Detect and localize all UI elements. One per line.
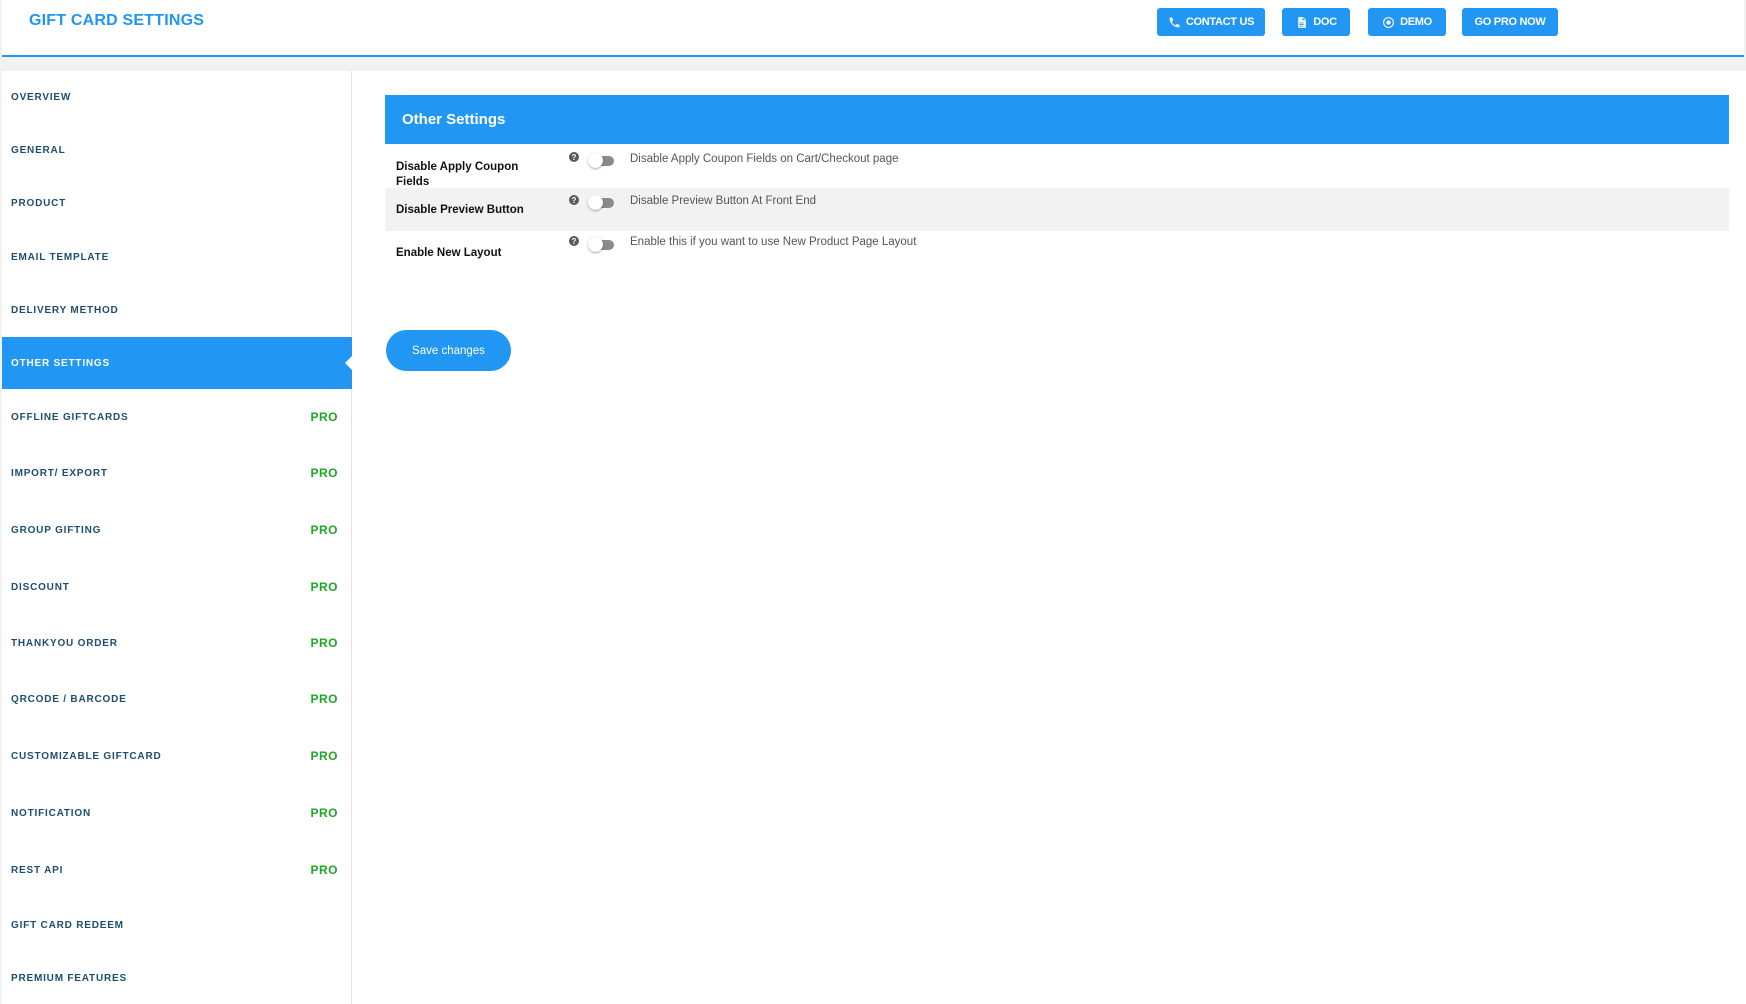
setting-description: Disable Preview Button At Front End bbox=[630, 195, 817, 207]
toggle-knob bbox=[588, 237, 603, 252]
sidebar-item-other-settings[interactable]: OTHER SETTINGS bbox=[2, 337, 352, 389]
settings-panel: Other Settings Disable Apply Coupon Fiel… bbox=[352, 71, 1746, 1004]
sidebar-item-product[interactable]: PRODUCT bbox=[2, 177, 352, 229]
sidebar-item-label: OFFLINE GIFTCARDS bbox=[11, 411, 129, 423]
sidebar-item-label: DISCOUNT bbox=[11, 581, 70, 593]
sidebar-item-label: GIFT CARD REDEEM bbox=[11, 919, 124, 931]
sidebar-item-qrcode-barcode[interactable]: QRCODE / BARCODE PRO bbox=[2, 673, 352, 725]
sidebar-item-label: EMAIL TEMPLATE bbox=[11, 251, 110, 263]
sidebar-item-label: OVERVIEW bbox=[11, 91, 72, 103]
sidebar-item-label: QRCODE / BARCODE bbox=[11, 693, 127, 705]
sidebar-item-email-template[interactable]: EMAIL TEMPLATE bbox=[2, 231, 352, 283]
contact-us-button[interactable]: CONTACT US bbox=[1157, 8, 1265, 36]
phone-icon bbox=[1169, 17, 1180, 27]
help-icon[interactable]: ? bbox=[569, 236, 579, 246]
sidebar-item-label: IMPORT/ EXPORT bbox=[11, 467, 108, 479]
new-layout-toggle[interactable] bbox=[588, 237, 616, 252]
setting-label: Disable Apply Coupon Fields bbox=[396, 161, 519, 188]
go-pro-now-label: GO PRO NOW bbox=[1474, 16, 1546, 28]
document-icon bbox=[1298, 16, 1307, 28]
toggle-knob bbox=[588, 195, 603, 210]
pro-badge: PRO bbox=[310, 410, 338, 424]
disable-preview-toggle[interactable] bbox=[588, 195, 616, 210]
sidebar-item-label: CUSTOMIZABLE GIFTCARD bbox=[11, 750, 162, 762]
setting-row-disable-preview: Disable Preview Button ? Disable Preview… bbox=[385, 188, 1729, 231]
sidebar-item-label: THANKYOU ORDER bbox=[11, 637, 118, 649]
save-changes-button[interactable]: Save changes bbox=[386, 330, 511, 371]
pro-badge: PRO bbox=[310, 863, 338, 877]
setting-description: Enable this if you want to use New Produ… bbox=[630, 236, 917, 248]
sidebar-item-premium-features[interactable]: PREMIUM FEATURES bbox=[2, 952, 352, 1004]
sidebar-item-offline-giftcards[interactable]: OFFLINE GIFTCARDS PRO bbox=[2, 391, 352, 443]
sidebar-item-label: DELIVERY METHOD bbox=[11, 304, 119, 316]
sidebar-item-label: PRODUCT bbox=[11, 197, 67, 209]
doc-label: DOC bbox=[1313, 16, 1337, 28]
setting-label: Disable Preview Button bbox=[396, 204, 524, 216]
demo-label: DEMO bbox=[1400, 16, 1432, 28]
sidebar-item-group-gifting[interactable]: GROUP GIFTING PRO bbox=[2, 504, 352, 556]
sidebar-item-label: REST API bbox=[11, 864, 64, 876]
pro-badge: PRO bbox=[310, 806, 338, 820]
sidebar-item-label: NOTIFICATION bbox=[11, 807, 91, 819]
sidebar-item-overview[interactable]: OVERVIEW bbox=[2, 71, 352, 123]
sidebar-item-label: PREMIUM FEATURES bbox=[11, 972, 127, 984]
sidebar-item-import-export[interactable]: IMPORT/ EXPORT PRO bbox=[2, 447, 352, 499]
disable-coupon-toggle[interactable] bbox=[588, 153, 616, 168]
go-pro-now-button[interactable]: GO PRO NOW bbox=[1462, 8, 1558, 36]
sidebar-item-label: OTHER SETTINGS bbox=[11, 357, 110, 369]
sidebar-item-discount[interactable]: DISCOUNT PRO bbox=[2, 561, 352, 613]
setting-description: Disable Apply Coupon Fields on Cart/Chec… bbox=[630, 153, 899, 165]
pro-badge: PRO bbox=[310, 580, 338, 594]
sidebar-item-gift-card-redeem[interactable]: GIFT CARD REDEEM bbox=[2, 899, 352, 951]
sidebar-item-customizable-giftcard[interactable]: CUSTOMIZABLE GIFTCARD PRO bbox=[2, 730, 352, 782]
sidebar-item-label: GROUP GIFTING bbox=[11, 524, 102, 536]
sidebar-item-notification[interactable]: NOTIFICATION PRO bbox=[2, 787, 352, 839]
sidebar-item-label: GENERAL bbox=[11, 144, 66, 156]
sidebar-item-thankyou-order[interactable]: THANKYOU ORDER PRO bbox=[2, 617, 352, 669]
pro-badge: PRO bbox=[310, 636, 338, 650]
sidebar-nav: OVERVIEW GENERAL PRODUCT EMAIL TEMPLATE DELI… bbox=[2, 71, 352, 1004]
help-icon[interactable]: ? bbox=[569, 195, 579, 205]
demo-icon bbox=[1383, 16, 1395, 28]
pro-badge: PRO bbox=[310, 692, 338, 706]
pro-badge: PRO bbox=[310, 466, 338, 480]
page-title: GIFT CARD SETTINGS bbox=[29, 12, 205, 29]
pro-badge: PRO bbox=[310, 523, 338, 537]
pro-badge: PRO bbox=[310, 749, 338, 763]
toggle-knob bbox=[588, 153, 603, 168]
doc-button[interactable]: DOC bbox=[1282, 8, 1350, 36]
demo-button[interactable]: DEMO bbox=[1368, 8, 1446, 36]
setting-row-new-layout: Enable New Layout ? Enable this if you w… bbox=[385, 231, 1729, 276]
sidebar-item-rest-api[interactable]: REST API PRO bbox=[2, 844, 352, 896]
contact-us-label: CONTACT US bbox=[1185, 16, 1255, 28]
setting-label: Enable New Layout bbox=[396, 247, 502, 259]
help-icon[interactable]: ? bbox=[569, 152, 579, 162]
section-title: Other Settings bbox=[385, 95, 1729, 144]
header-bar: GIFT CARD SETTINGS CONTACT US DOC DEMO G… bbox=[2, 0, 1744, 57]
sidebar-item-delivery-method[interactable]: DELIVERY METHOD bbox=[2, 284, 352, 336]
sidebar-item-general[interactable]: GENERAL bbox=[2, 124, 352, 176]
